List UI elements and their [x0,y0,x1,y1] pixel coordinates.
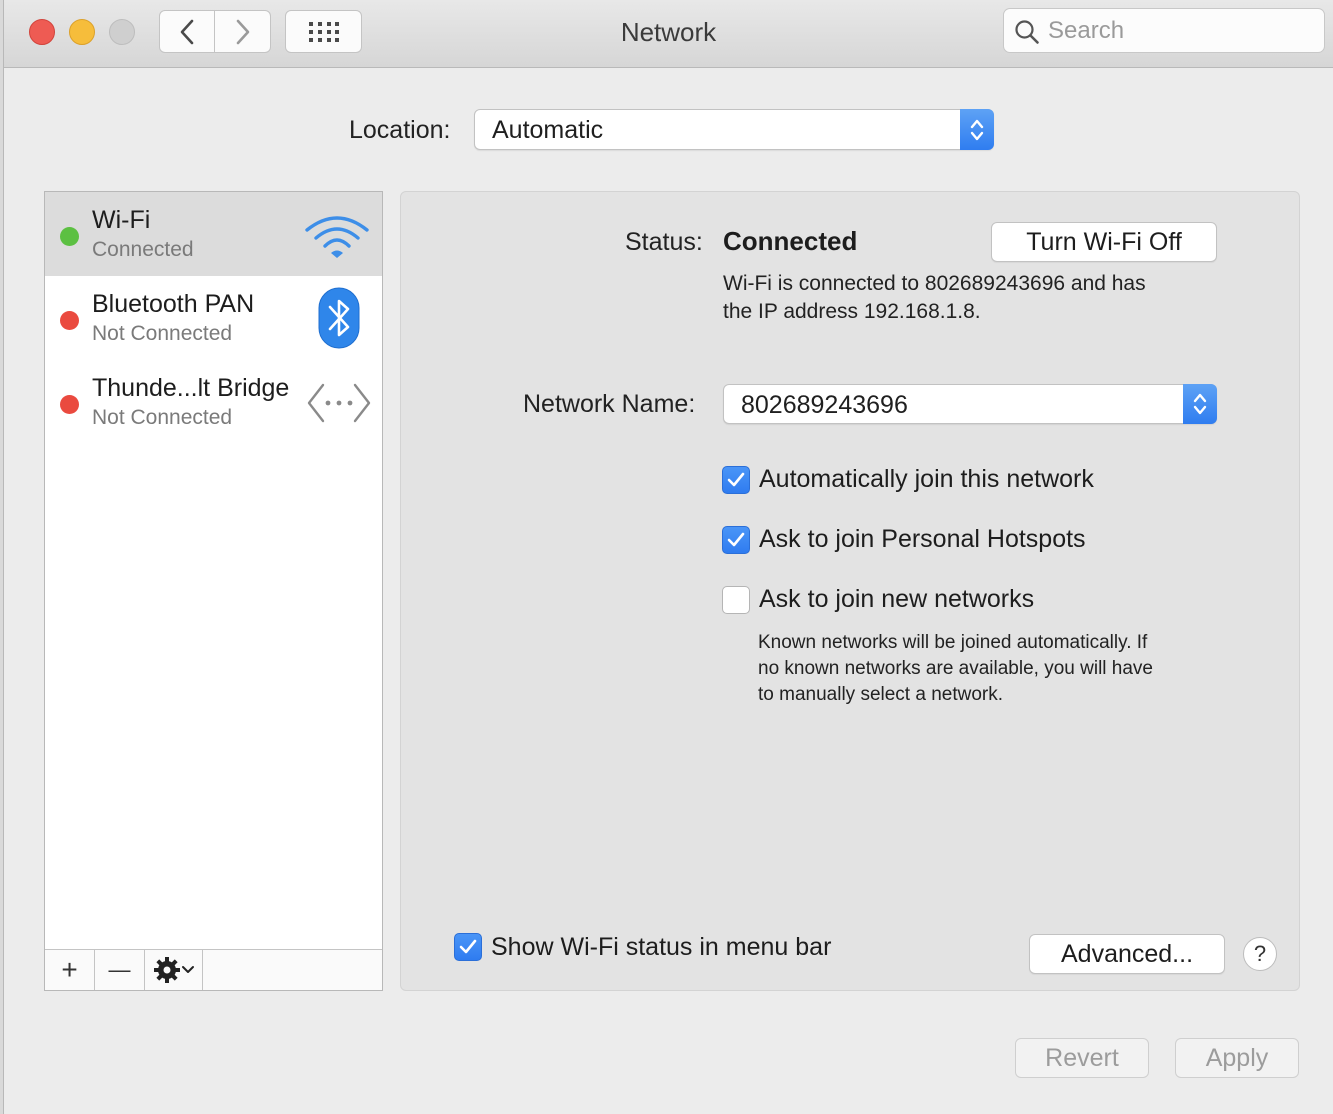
network-name-label: Network Name: [523,390,696,418]
status-dot [60,395,79,414]
status-dot [60,227,79,246]
network-preferences-window: Network Location: Automatic Wi-Fi Connec… [4,0,1333,1114]
location-label: Location: [349,116,451,144]
search-input[interactable] [1048,15,1318,47]
action-menu-button[interactable] [145,950,203,990]
service-list-toolbar: + — [45,949,382,990]
service-item-bluetooth-pan[interactable]: Bluetooth PAN Not Connected [45,276,382,360]
checkmark-icon [727,472,745,487]
service-name: Wi-Fi [92,206,151,234]
thunderbolt-bridge-icon [307,383,371,423]
status-label: Status: [625,228,703,256]
location-value: Automatic [492,116,604,144]
new-networks-checkbox[interactable] [722,586,750,614]
gear-icon [153,957,180,983]
wifi-icon [305,216,369,258]
note-line: Known networks will be joined automatica… [758,632,1148,653]
search-icon [1015,20,1039,44]
search-field[interactable] [1003,8,1325,53]
service-item-thunderbolt-bridge[interactable]: Thunde...lt Bridge Not Connected [45,360,382,444]
network-name-popup[interactable]: 802689243696 [723,384,1217,424]
new-networks-label[interactable]: Ask to join new networks [759,585,1034,614]
chevron-down-icon [181,966,194,973]
bluetooth-icon [318,287,360,349]
service-name: Bluetooth PAN [92,290,255,318]
note-line: no known networks are available, you wil… [758,658,1153,679]
checkmark-icon [727,532,745,547]
advanced-button[interactable]: Advanced... [1029,934,1225,974]
revert-button[interactable]: Revert [1015,1038,1149,1078]
service-list: Wi-Fi Connected Bluetooth PAN Not Connec… [44,191,383,991]
turn-wifi-off-button[interactable]: Turn Wi-Fi Off [991,222,1217,262]
service-status: Not Connected [92,406,233,429]
remove-service-button[interactable]: — [95,950,145,990]
status-dot [60,311,79,330]
updown-arrows-icon [960,109,994,150]
service-status: Not Connected [92,322,233,345]
add-service-button[interactable]: + [45,950,95,990]
status-value: Connected [723,226,858,256]
personal-hotspots-checkbox[interactable] [722,526,750,554]
help-button[interactable]: ? [1243,937,1277,971]
auto-join-checkbox[interactable] [722,466,750,494]
location-popup[interactable]: Automatic [474,109,994,150]
status-description-line: Wi-Fi is connected to 802689243696 and h… [723,272,1146,295]
title-bar: Network [4,0,1333,68]
show-wifi-status-label[interactable]: Show Wi-Fi status in menu bar [491,933,831,962]
auto-join-label[interactable]: Automatically join this network [759,465,1094,494]
apply-button[interactable]: Apply [1175,1038,1299,1078]
status-description: Wi-Fi is connected to 802689243696 and h… [723,270,1233,326]
personal-hotspots-label[interactable]: Ask to join Personal Hotspots [759,525,1086,554]
wifi-detail-panel: Status: Connected Turn Wi-Fi Off Wi-Fi i… [400,191,1300,991]
show-wifi-status-checkbox[interactable] [454,933,482,961]
network-name-value: 802689243696 [741,391,908,419]
new-networks-note: Known networks will be joined automatica… [758,630,1228,708]
checkmark-icon [459,939,477,954]
note-line: to manually select a network. [758,684,1004,705]
service-name: Thunde...lt Bridge [92,374,290,402]
service-item-wifi[interactable]: Wi-Fi Connected [45,192,382,276]
service-status: Connected [92,238,194,261]
status-description-line: the IP address 192.168.1.8. [723,300,981,323]
updown-arrows-icon [1183,384,1217,424]
